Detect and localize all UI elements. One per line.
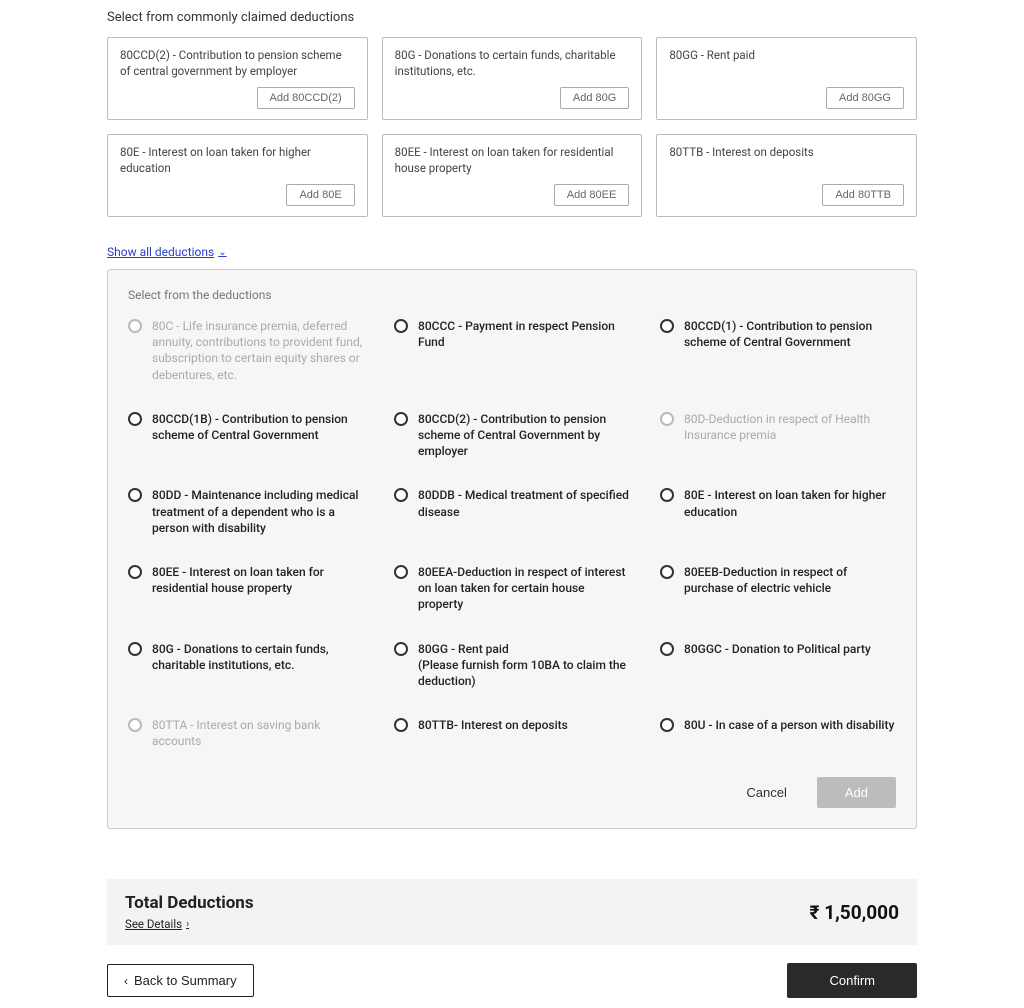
deduction-card-title: 80E - Interest on loan taken for higher … — [120, 145, 355, 176]
summary-title: Total Deductions — [125, 893, 254, 913]
radio-icon — [128, 319, 142, 333]
radio-icon — [394, 488, 408, 502]
show-all-deductions-toggle[interactable]: Show all deductions ⌄ — [107, 245, 227, 259]
deduction-option[interactable]: 80CCD(2) - Contribution to pension schem… — [394, 411, 630, 460]
deduction-card: 80CCD(2) - Contribution to pension schem… — [107, 37, 368, 120]
total-deductions-bar: Total Deductions See Details › ₹ 1,50,00… — [107, 879, 917, 945]
radio-icon — [394, 565, 408, 579]
radio-icon — [660, 642, 674, 656]
common-deductions-grid: 80CCD(2) - Contribution to pension schem… — [107, 37, 917, 217]
deduction-option-label: 80GGC - Donation to Political party — [684, 641, 871, 657]
deduction-option-label: 80EEB-Deduction in respect of purchase o… — [684, 564, 896, 596]
deduction-option: 80C - Life insurance premia, deferred an… — [128, 318, 364, 383]
deduction-card-title: 80EE - Interest on loan taken for reside… — [395, 145, 630, 176]
radio-icon — [128, 565, 142, 579]
back-label: Back to Summary — [134, 973, 237, 988]
deduction-option-label: 80E - Interest on loan taken for higher … — [684, 487, 896, 519]
deduction-option-label: 80CCD(2) - Contribution to pension schem… — [418, 411, 630, 460]
cancel-button[interactable]: Cancel — [736, 777, 796, 808]
radio-icon — [394, 642, 408, 656]
add-button[interactable]: Add — [817, 777, 896, 808]
section-title: Select from commonly claimed deductions — [107, 10, 917, 25]
deduction-option-label: 80EEA-Deduction in respect of interest o… — [418, 564, 630, 613]
deduction-option-label: 80CCD(1B) - Contribution to pension sche… — [152, 411, 364, 443]
radio-icon — [394, 412, 408, 426]
radio-icon — [128, 718, 142, 732]
chevron-left-icon: ‹ — [124, 974, 128, 988]
deduction-card-title: 80GG - Rent paid — [669, 48, 904, 64]
deduction-option-label: 80C - Life insurance premia, deferred an… — [152, 318, 364, 383]
deduction-option-label: 80TTB- Interest on deposits — [418, 717, 568, 733]
chevron-down-icon: ⌄ — [218, 247, 226, 258]
deduction-option[interactable]: 80TTB- Interest on deposits — [394, 717, 630, 749]
deduction-card-title: 80G - Donations to certain funds, charit… — [395, 48, 630, 79]
radio-icon — [660, 488, 674, 502]
chevron-right-icon: › — [186, 919, 189, 930]
radio-icon — [394, 718, 408, 732]
radio-icon — [128, 488, 142, 502]
deduction-option: 80D-Deduction in respect of Health Insur… — [660, 411, 896, 460]
deductions-panel: Select from the deductions 80C - Life in… — [107, 269, 917, 829]
deduction-card: 80E - Interest on loan taken for higher … — [107, 134, 368, 217]
footer-actions: ‹ Back to Summary Confirm — [107, 963, 917, 998]
deduction-card: 80GG - Rent paid Add 80GG — [656, 37, 917, 120]
deduction-option-label: 80DDB - Medical treatment of specified d… — [418, 487, 630, 519]
deduction-option-label: 80D-Deduction in respect of Health Insur… — [684, 411, 896, 443]
deduction-option[interactable]: 80CCD(1B) - Contribution to pension sche… — [128, 411, 364, 460]
deduction-card-title: 80CCD(2) - Contribution to pension schem… — [120, 48, 355, 79]
radio-icon — [394, 319, 408, 333]
see-details-link[interactable]: See Details › — [125, 917, 254, 931]
deduction-option[interactable]: 80GG - Rent paid (Please furnish form 10… — [394, 641, 630, 690]
radio-icon — [128, 642, 142, 656]
radio-icon — [660, 565, 674, 579]
deduction-option[interactable]: 80EEB-Deduction in respect of purchase o… — [660, 564, 896, 613]
deduction-option-label: 80CCD(1) - Contribution to pension schem… — [684, 318, 896, 350]
deduction-option-label: 80CCC - Payment in respect Pension Fund — [418, 318, 630, 350]
deduction-option[interactable]: 80CCD(1) - Contribution to pension schem… — [660, 318, 896, 383]
deduction-option-label: 80U - In case of a person with disabilit… — [684, 717, 894, 733]
deduction-option-label: 80GG - Rent paid (Please furnish form 10… — [418, 641, 630, 690]
radio-icon — [660, 412, 674, 426]
deduction-option[interactable]: 80EE - Interest on loan taken for reside… — [128, 564, 364, 613]
deduction-options-grid: 80C - Life insurance premia, deferred an… — [128, 318, 896, 749]
see-details-label: See Details — [125, 917, 182, 931]
deduction-option-label: 80EE - Interest on loan taken for reside… — [152, 564, 364, 596]
deduction-card-title: 80TTB - Interest on deposits — [669, 145, 904, 161]
deduction-option-label: 80TTA - Interest on saving bank accounts — [152, 717, 364, 749]
deduction-card: 80EE - Interest on loan taken for reside… — [382, 134, 643, 217]
deduction-option[interactable]: 80CCC - Payment in respect Pension Fund — [394, 318, 630, 383]
deduction-card: 80TTB - Interest on deposits Add 80TTB — [656, 134, 917, 217]
deduction-option-label: 80G - Donations to certain funds, charit… — [152, 641, 364, 673]
add-deduction-button[interactable]: Add 80GG — [826, 87, 904, 109]
add-deduction-button[interactable]: Add 80EE — [554, 184, 630, 206]
deduction-option[interactable]: 80DDB - Medical treatment of specified d… — [394, 487, 630, 536]
add-deduction-button[interactable]: Add 80E — [286, 184, 354, 206]
deduction-card: 80G - Donations to certain funds, charit… — [382, 37, 643, 120]
deduction-option[interactable]: 80EEA-Deduction in respect of interest o… — [394, 564, 630, 613]
back-to-summary-button[interactable]: ‹ Back to Summary — [107, 964, 254, 997]
deduction-option[interactable]: 80U - In case of a person with disabilit… — [660, 717, 896, 749]
deduction-option[interactable]: 80DD - Maintenance including medical tre… — [128, 487, 364, 536]
deduction-option: 80TTA - Interest on saving bank accounts — [128, 717, 364, 749]
add-deduction-button[interactable]: Add 80CCD(2) — [257, 87, 355, 109]
show-all-label: Show all deductions — [107, 245, 214, 259]
add-deduction-button[interactable]: Add 80TTB — [822, 184, 904, 206]
add-deduction-button[interactable]: Add 80G — [560, 87, 629, 109]
deduction-option-label: 80DD - Maintenance including medical tre… — [152, 487, 364, 536]
panel-title: Select from the deductions — [128, 288, 896, 302]
radio-icon — [660, 319, 674, 333]
summary-amount: ₹ 1,50,000 — [810, 901, 899, 924]
confirm-button[interactable]: Confirm — [787, 963, 917, 998]
panel-actions: Cancel Add — [128, 777, 896, 808]
deduction-option[interactable]: 80G - Donations to certain funds, charit… — [128, 641, 364, 690]
radio-icon — [660, 718, 674, 732]
deduction-option[interactable]: 80E - Interest on loan taken for higher … — [660, 487, 896, 536]
deduction-option[interactable]: 80GGC - Donation to Political party — [660, 641, 896, 690]
radio-icon — [128, 412, 142, 426]
